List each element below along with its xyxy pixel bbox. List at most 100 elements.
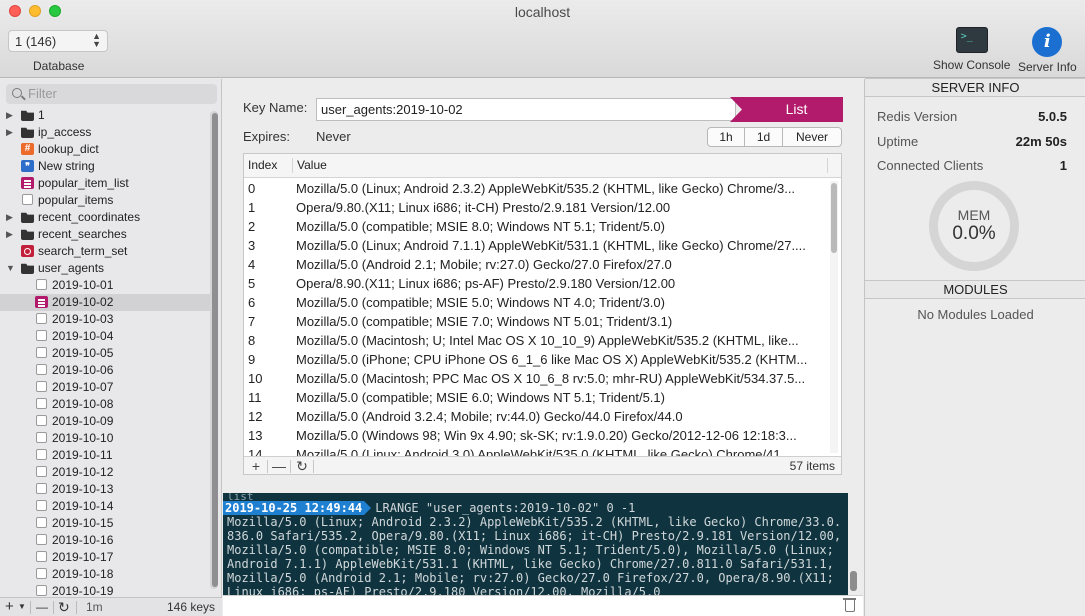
- tree-child-label: 2019-10-13: [52, 482, 114, 496]
- console-input[interactable]: [223, 595, 863, 616]
- tree-item-ip-access[interactable]: ▶ ip_access: [0, 124, 210, 141]
- table-row[interactable]: 4 Mozilla/5.0 (Android 2.1; Mobile; rv:27…: [244, 255, 828, 274]
- refresh-icon[interactable]: ↻: [291, 457, 313, 474]
- table-row[interactable]: 0 Mozilla/5.0 (Linux; Android 2.3.2) Appl…: [244, 179, 828, 198]
- tree-item-1[interactable]: ▶ 1: [0, 107, 210, 124]
- table-row[interactable]: 3 Mozilla/5.0 (Linux; Android 7.1.1) Appl…: [244, 236, 828, 255]
- remove-key-button[interactable]: —: [36, 598, 48, 616]
- prompt-arrow-icon: [364, 501, 372, 515]
- tree-child-item[interactable]: 2019-10-04: [0, 328, 210, 345]
- table-row[interactable]: 6 Mozilla/5.0 (compatible; MSIE 5.0; Wind…: [244, 293, 828, 312]
- table-row[interactable]: 10 Mozilla/5.0 (Macintosh; PPC Mac OS X 1…: [244, 369, 828, 388]
- row-value: Mozilla/5.0 (compatible; MSIE 7.0; Windo…: [296, 314, 673, 329]
- tree-child-item[interactable]: 2019-10-13: [0, 481, 210, 498]
- disclosure-triangle-icon[interactable]: ▶: [6, 209, 13, 226]
- row-value: Mozilla/5.0 (compatible; MSIE 8.0; Windo…: [296, 219, 665, 234]
- disclosure-triangle-down-icon[interactable]: ▼: [6, 260, 15, 277]
- list-key-icon: [36, 347, 47, 358]
- column-header-value[interactable]: Value: [297, 154, 327, 177]
- tree-child-item[interactable]: 2019-10-14: [0, 498, 210, 515]
- uptime-stat: Uptime 22m 50s: [877, 134, 1067, 149]
- ttl-never-button[interactable]: Never: [783, 128, 841, 146]
- disclosure-triangle-icon[interactable]: ▶: [6, 107, 13, 124]
- table-row[interactable]: 11 Mozilla/5.0 (compatible; MSIE 6.0; Win…: [244, 388, 828, 407]
- row-index: 2: [248, 219, 256, 234]
- table-row[interactable]: 9 Mozilla/5.0 (iPhone; CPU iPhone OS 6_1_…: [244, 350, 828, 369]
- ttl-1d-button[interactable]: 1d: [745, 128, 783, 146]
- tree-child-item[interactable]: 2019-10-17: [0, 549, 210, 566]
- folder-icon: [21, 229, 34, 240]
- list-key-icon: [36, 313, 47, 324]
- tree-child-label: 2019-10-11: [52, 448, 113, 462]
- console-scrollbar-thumb[interactable]: [850, 571, 857, 591]
- tree-child-item[interactable]: 2019-10-02: [0, 294, 210, 311]
- tree-item-label: recent_searches: [38, 227, 127, 241]
- table-row[interactable]: 8 Mozilla/5.0 (Macintosh; U; Intel Mac OS…: [244, 331, 828, 350]
- list-key-icon: [36, 415, 47, 426]
- add-key-button[interactable]: +: [5, 598, 14, 616]
- tree-child-item[interactable]: 2019-10-03: [0, 311, 210, 328]
- tree-item-user-agents[interactable]: ▼ user_agents: [0, 260, 210, 277]
- ttl-1h-button[interactable]: 1h: [708, 128, 745, 146]
- chevron-down-icon[interactable]: ▼: [18, 598, 26, 616]
- list-key-icon: [36, 432, 47, 443]
- column-header-index[interactable]: Index: [248, 154, 277, 177]
- tree-child-item[interactable]: 2019-10-11: [0, 447, 210, 464]
- key-name-label: Key Name:: [243, 100, 308, 115]
- tree-child-item[interactable]: 2019-10-09: [0, 413, 210, 430]
- refresh-icon[interactable]: ↻: [58, 598, 70, 616]
- list-key-icon: [36, 500, 47, 511]
- tree-child-item[interactable]: 2019-10-15: [0, 515, 210, 532]
- add-item-button[interactable]: +: [245, 457, 267, 474]
- key-name-input[interactable]: user_agents:2019-10-02: [316, 98, 736, 121]
- sidebar-scrollbar-thumb[interactable]: [212, 113, 218, 587]
- server-info-panel: SERVER INFO Redis Version 5.0.5 Uptime 2…: [864, 78, 1085, 616]
- tree-child-item[interactable]: 2019-10-05: [0, 345, 210, 362]
- tree-item-recent-searches[interactable]: ▶ recent_searches: [0, 226, 210, 243]
- window-toolbar: localhost 1 (146) ▲ ▼ Database >_ Show Co…: [0, 0, 1085, 78]
- tree-item-label: user_agents: [38, 261, 105, 275]
- show-console-button[interactable]: >_ Show Console: [933, 27, 1010, 72]
- tree-child-label: 2019-10-08: [52, 397, 114, 411]
- table-row[interactable]: 1 Opera/9.80.(X11; Linux i686; it-CH) Pre…: [244, 198, 828, 217]
- tree-item-popular-item-list[interactable]: popular_item_list: [0, 175, 210, 192]
- row-value: Mozilla/5.0 (Android 3.2.4; Mobile; rv:4…: [296, 409, 683, 424]
- item-count: 57 items: [789, 459, 835, 473]
- row-index: 12: [248, 409, 263, 424]
- remove-item-button[interactable]: —: [268, 457, 290, 474]
- tree-child-label: 2019-10-12: [52, 465, 114, 479]
- tree-child-item[interactable]: 2019-10-07: [0, 379, 210, 396]
- tree-item-new-string[interactable]: ❞ New string: [0, 158, 210, 175]
- tree-child-item[interactable]: 2019-10-16: [0, 532, 210, 549]
- tree-child-item[interactable]: 2019-10-18: [0, 566, 210, 583]
- table-row[interactable]: 7 Mozilla/5.0 (compatible; MSIE 7.0; Wind…: [244, 312, 828, 331]
- disclosure-triangle-icon[interactable]: ▶: [6, 226, 13, 243]
- refresh-interval[interactable]: 1m: [86, 598, 103, 616]
- table-row[interactable]: 2 Mozilla/5.0 (compatible; MSIE 8.0; Wind…: [244, 217, 828, 236]
- tree-item-recent-coordinates[interactable]: ▶ recent_coordinates: [0, 209, 210, 226]
- table-row[interactable]: 5 Opera/8.90.(X11; Linux i686; ps-AF) Pre…: [244, 274, 828, 293]
- tree-item-search-term-set[interactable]: search_term_set: [0, 243, 210, 260]
- tree-child-item[interactable]: 2019-10-12: [0, 464, 210, 481]
- table-header: Index Value: [244, 154, 841, 178]
- filter-input[interactable]: Filter: [6, 84, 217, 104]
- table-row[interactable]: 13 Mozilla/5.0 (Windows 98; Win 9x 4.90; …: [244, 426, 828, 445]
- tree-child-item[interactable]: 2019-10-08: [0, 396, 210, 413]
- tree-child-item[interactable]: 2019-10-06: [0, 362, 210, 379]
- table-scrollbar-thumb[interactable]: [831, 183, 837, 253]
- tree-child-item[interactable]: 2019-10-10: [0, 430, 210, 447]
- tree-child-item[interactable]: 2019-10-01: [0, 277, 210, 294]
- memory-label: MEM: [957, 207, 991, 223]
- disclosure-triangle-icon[interactable]: ▶: [6, 124, 13, 141]
- table-row[interactable]: 12 Mozilla/5.0 (Android 3.2.4; Mobile; rv…: [244, 407, 828, 426]
- row-index: 9: [248, 352, 256, 367]
- list-key-icon: [36, 364, 47, 375]
- tree-item-lookup-dict[interactable]: # lookup_dict: [0, 141, 210, 158]
- database-select-value: 1 (146): [15, 34, 57, 49]
- database-select[interactable]: 1 (146) ▲ ▼: [8, 30, 108, 52]
- trash-icon[interactable]: [843, 598, 856, 612]
- tree-item-popular-items[interactable]: popular_items: [0, 192, 210, 209]
- tree-item-label: New string: [38, 159, 95, 173]
- key-type-badge: List: [730, 97, 843, 122]
- server-info-button[interactable]: i Server Info: [1018, 27, 1077, 74]
